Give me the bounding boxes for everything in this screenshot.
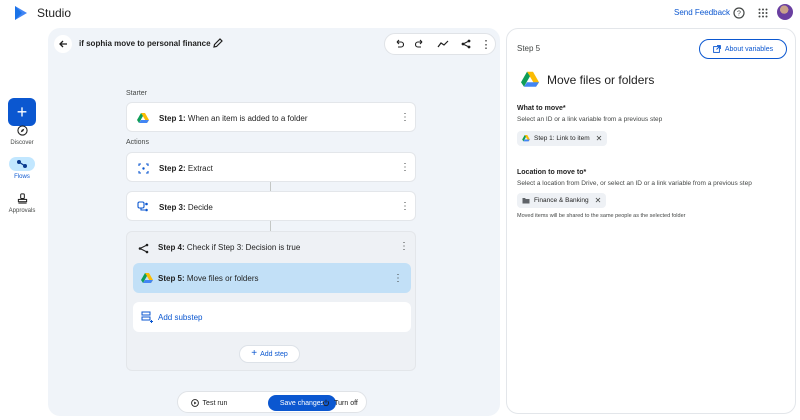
branch-icon <box>137 242 149 254</box>
svg-text:?: ? <box>737 11 741 18</box>
rail-label-flows: Flows <box>14 174 30 180</box>
step-4-more-icon[interactable]: ⋮ <box>399 240 409 252</box>
plus-icon: + <box>16 102 28 122</box>
compass-icon <box>9 123 35 137</box>
location-chip-label: Finance & Banking <box>534 197 589 204</box>
extract-icon <box>137 162 149 174</box>
help-icon[interactable]: ? <box>732 6 746 20</box>
about-variables-button[interactable]: About variables <box>699 39 787 59</box>
step-2-more-icon[interactable]: ⋮ <box>400 161 410 173</box>
rail-item-flows[interactable]: Flows <box>0 157 44 180</box>
studio-logo-icon[interactable] <box>12 4 30 22</box>
arrow-back-icon <box>59 40 67 48</box>
redo-icon[interactable] <box>414 38 426 50</box>
drive-icon <box>522 135 530 142</box>
user-avatar[interactable] <box>777 4 793 20</box>
apps-grid-icon[interactable] <box>756 6 770 20</box>
rail-item-discover[interactable]: Discover <box>0 123 44 146</box>
flows-icon <box>9 157 35 171</box>
location-note: Moved items will be shared to the same p… <box>517 213 686 219</box>
what-to-move-chip[interactable]: Step 1: Link to item ✕ <box>517 131 608 146</box>
step-5-more-icon[interactable]: ⋮ <box>393 272 403 284</box>
step-card-1[interactable]: Step 1: When an item is added to a folde… <box>126 102 416 132</box>
step-1-label: Step 1: When an item is added to a folde… <box>159 114 308 123</box>
share-icon[interactable] <box>460 38 472 50</box>
step-2-label: Step 2: Extract <box>159 164 213 173</box>
close-icon[interactable]: ✕ <box>596 134 603 143</box>
bottom-action-bar: Test run Save changes Turn off <box>177 391 367 413</box>
step-details-panel: Step 5 About variables Move files or fol… <box>506 28 796 414</box>
section-starter: Starter <box>126 90 148 97</box>
more-vert-icon[interactable]: ⋮ <box>480 38 492 51</box>
edit-pencil-icon[interactable] <box>212 37 224 49</box>
top-bar: Studio Send Feedback ? <box>0 0 800 26</box>
turn-off-label: Turn off <box>334 399 358 407</box>
what-to-move-help: Select an ID or a link variable from a p… <box>517 116 663 123</box>
app-title: Studio <box>37 6 72 20</box>
rail-label-approvals: Approvals <box>8 208 36 214</box>
step-card-2[interactable]: Step 2: Extract ⋮ <box>126 152 416 182</box>
connector <box>270 221 271 231</box>
approvals-icon <box>9 191 35 205</box>
add-step-button[interactable]: + Add step <box>239 345 300 363</box>
drive-icon <box>137 112 149 124</box>
step-5-label: Step 5: Move files or folders <box>158 274 259 283</box>
section-actions: Actions <box>126 139 149 146</box>
step-3-label: Step 3: Decide <box>159 203 213 212</box>
undo-icon[interactable] <box>393 38 405 50</box>
about-variables-label: About variables <box>724 45 774 53</box>
flow-toolbar: ⋮ <box>384 33 496 55</box>
test-run-label: Test run <box>202 399 228 407</box>
new-flow-button[interactable]: + <box>8 98 36 126</box>
add-step-label: Add step <box>260 350 288 358</box>
play-circle-icon <box>190 399 199 407</box>
close-icon[interactable]: ✕ <box>595 196 602 205</box>
activity-icon[interactable] <box>437 38 449 50</box>
open-in-new-icon <box>713 45 721 53</box>
send-feedback-link[interactable]: Send Feedback <box>674 8 730 17</box>
location-label: Location to move to* <box>517 169 587 176</box>
step-card-3[interactable]: Step 3: Decide ⋮ <box>126 191 416 221</box>
what-to-move-label: What to move* <box>517 105 566 112</box>
location-help: Select a location from Drive, or select … <box>517 180 752 187</box>
connector <box>270 182 271 191</box>
add-substep-icon <box>141 311 153 323</box>
flow-title: if sophia move to personal finance <box>79 39 211 48</box>
what-to-move-chip-label: Step 1: Link to item <box>534 135 590 142</box>
step-3-more-icon[interactable]: ⋮ <box>400 200 410 212</box>
back-button[interactable] <box>54 35 72 53</box>
panel-title: Move files or folders <box>547 73 655 87</box>
rail-item-approvals[interactable]: Approvals <box>0 191 44 214</box>
rail-label-discover: Discover <box>10 140 34 146</box>
step-card-5-selected[interactable]: Step 5: Move files or folders ⋮ <box>133 263 411 293</box>
step-1-more-icon[interactable]: ⋮ <box>400 111 410 123</box>
drive-icon <box>521 71 539 87</box>
flow-canvas: if sophia move to personal finance ⋮ Sta… <box>48 28 500 416</box>
location-chip[interactable]: Finance & Banking ✕ <box>517 193 607 208</box>
folder-icon <box>522 198 530 204</box>
decide-icon <box>137 201 149 213</box>
drive-icon <box>141 272 153 284</box>
add-substep-label: Add substep <box>158 313 203 322</box>
add-substep-button[interactable]: Add substep <box>133 302 411 332</box>
turn-off-button[interactable]: Turn off <box>316 395 364 411</box>
test-run-button[interactable]: Test run <box>186 395 232 411</box>
step-4-label[interactable]: Step 4: Check if Step 3: Decision is tru… <box>158 243 300 252</box>
panel-step-label: Step 5 <box>517 44 541 53</box>
plus-icon: + <box>251 348 258 359</box>
power-icon <box>323 399 330 407</box>
left-rail: + Discover Flows Approvals <box>0 26 44 420</box>
flow-header: if sophia move to personal finance ⋮ <box>48 28 500 60</box>
